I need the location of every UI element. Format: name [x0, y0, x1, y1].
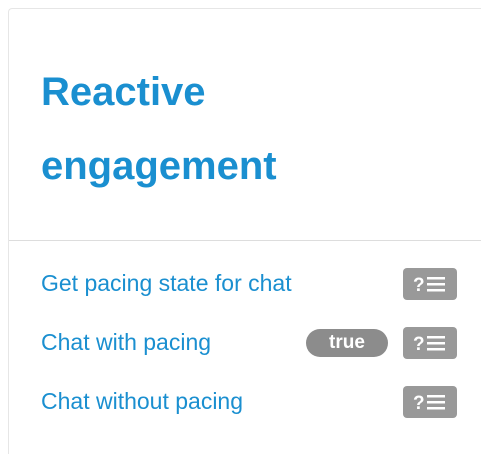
panel-title: Reactive engagement	[41, 70, 277, 188]
list-item-chat-with-pacing[interactable]: Chat with pacing true ?	[9, 322, 481, 362]
status-badge: true	[306, 329, 388, 357]
svg-text:?: ?	[413, 393, 425, 414]
item-link-chat-without-pacing[interactable]: Chat without pacing	[41, 381, 243, 421]
item-link-chat-with-pacing[interactable]: Chat with pacing	[41, 322, 211, 362]
item-link-get-pacing-state[interactable]: Get pacing state for chat	[41, 263, 292, 303]
panel-header: Reactive engagement	[9, 9, 481, 241]
list-item-get-pacing-state[interactable]: Get pacing state for chat ?	[9, 263, 481, 303]
reactive-engagement-panel: Reactive engagement Get pacing state for…	[8, 8, 481, 454]
help-list-icon[interactable]: ?	[403, 386, 457, 418]
list-item-chat-without-pacing[interactable]: Chat without pacing ?	[9, 381, 481, 421]
svg-text:?: ?	[413, 275, 425, 296]
help-list-icon[interactable]: ?	[403, 327, 457, 359]
svg-text:?: ?	[413, 334, 425, 355]
help-list-icon[interactable]: ?	[403, 268, 457, 300]
